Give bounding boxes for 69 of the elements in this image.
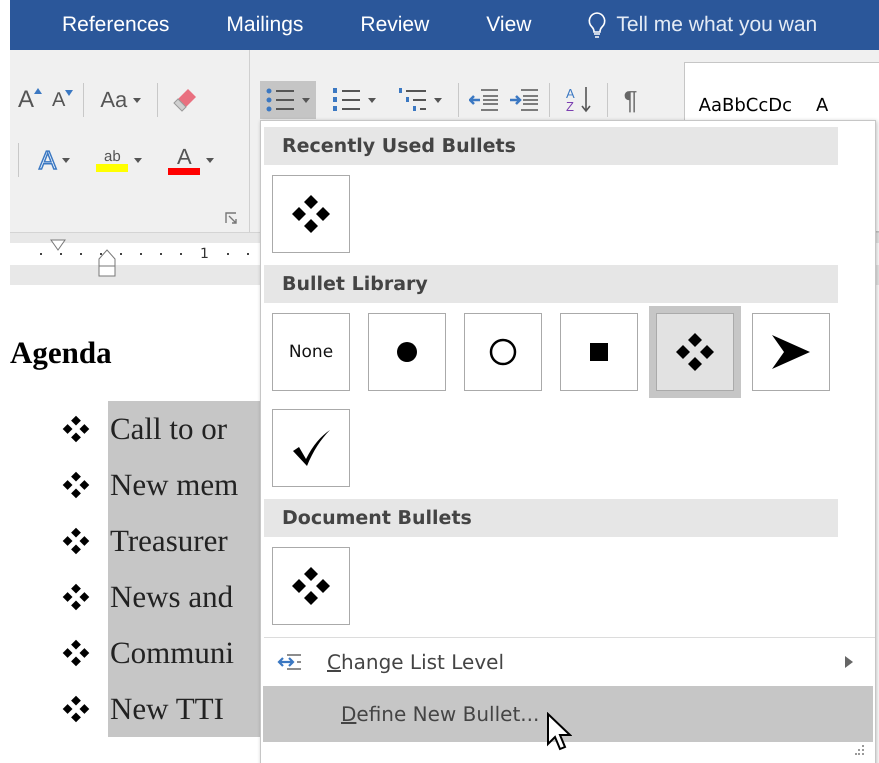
caret-icon <box>302 98 310 102</box>
bullet-option[interactable] <box>272 547 350 625</box>
bullet-option[interactable] <box>464 313 542 391</box>
lightbulb-icon <box>588 12 606 38</box>
shrink-font-button[interactable]: A <box>52 90 74 110</box>
ribbon-tab[interactable]: View <box>486 13 558 37</box>
font-color-swatch-icon <box>168 168 200 174</box>
sort-button[interactable]: A Z <box>560 81 597 119</box>
caret-icon <box>133 98 142 102</box>
bullet-option[interactable] <box>272 409 350 487</box>
four-diamonds-icon <box>62 527 90 555</box>
ribbon-tab[interactable]: Review <box>360 13 456 37</box>
up-triangle-icon <box>34 88 42 94</box>
grow-font-button[interactable]: A <box>18 88 42 112</box>
ribbon-tab[interactable]: References <box>62 13 196 37</box>
four-diamonds-icon <box>291 194 331 234</box>
caret-icon <box>368 98 376 102</box>
menu-item[interactable]: Change List Level <box>263 638 873 686</box>
section-header: Recently Used Bullets <box>264 127 838 165</box>
first-line-indent-marker[interactable] <box>50 239 66 253</box>
four-diamonds-icon <box>675 332 715 372</box>
font-color-button[interactable]: A <box>162 141 220 179</box>
ruler-number: 1 <box>200 246 209 262</box>
resize-grip-icon[interactable] <box>855 745 865 755</box>
bullet-option[interactable] <box>368 313 446 391</box>
document-heading: Agenda <box>10 335 112 371</box>
dot-icon <box>396 341 418 363</box>
four-diamonds-icon <box>291 566 331 606</box>
bullet-option[interactable] <box>752 313 830 391</box>
dialog-launcher-icon[interactable] <box>225 212 237 224</box>
caret-icon <box>62 158 70 162</box>
menu-item[interactable]: Define New Bullet... <box>263 686 873 742</box>
tell-me-field[interactable]: Tell me what you wan <box>616 13 818 37</box>
four-diamonds-icon <box>62 583 90 611</box>
submenu-arrow-icon <box>845 656 853 668</box>
list-level-icon <box>277 653 303 671</box>
numbered-list-icon <box>332 87 362 113</box>
bullet-option[interactable]: None <box>272 313 350 391</box>
bullet-list-icon <box>266 87 296 113</box>
increase-indent-icon[interactable] <box>509 88 539 112</box>
caret-icon <box>434 98 442 102</box>
section-header: Bullet Library <box>264 265 838 303</box>
highlight-color-button[interactable]: ab <box>90 141 148 179</box>
hanging-indent-marker[interactable] <box>98 249 116 277</box>
change-case-button[interactable]: Aa <box>94 81 148 119</box>
caret-icon <box>134 158 142 162</box>
caret-icon <box>206 158 214 162</box>
four-diamonds-icon <box>62 695 90 723</box>
multilevel-list-icon <box>398 87 428 113</box>
decrease-indent-icon[interactable] <box>469 88 499 112</box>
square-icon <box>590 343 608 361</box>
show-formatting-button[interactable]: ¶ <box>618 81 644 119</box>
four-diamonds-icon <box>62 415 90 443</box>
four-diamonds-icon <box>62 639 90 667</box>
bullet-option[interactable] <box>560 313 638 391</box>
style-sample[interactable]: A <box>816 95 828 116</box>
bullet-option[interactable] <box>272 175 350 253</box>
style-sample[interactable]: AaBbCcDc <box>698 95 792 116</box>
circle-icon <box>489 338 517 366</box>
ribbon-tab[interactable]: Mailings <box>226 13 330 37</box>
arrowhead-icon <box>771 334 811 370</box>
highlight-swatch-icon <box>96 164 128 172</box>
down-triangle-icon <box>65 90 74 96</box>
bullets-button[interactable] <box>260 81 316 119</box>
four-diamonds-icon <box>62 471 90 499</box>
down-arrow-icon <box>580 87 591 113</box>
checkmark-icon <box>291 429 331 467</box>
section-header: Document Bullets <box>264 499 838 537</box>
mouse-pointer-icon <box>546 712 572 752</box>
